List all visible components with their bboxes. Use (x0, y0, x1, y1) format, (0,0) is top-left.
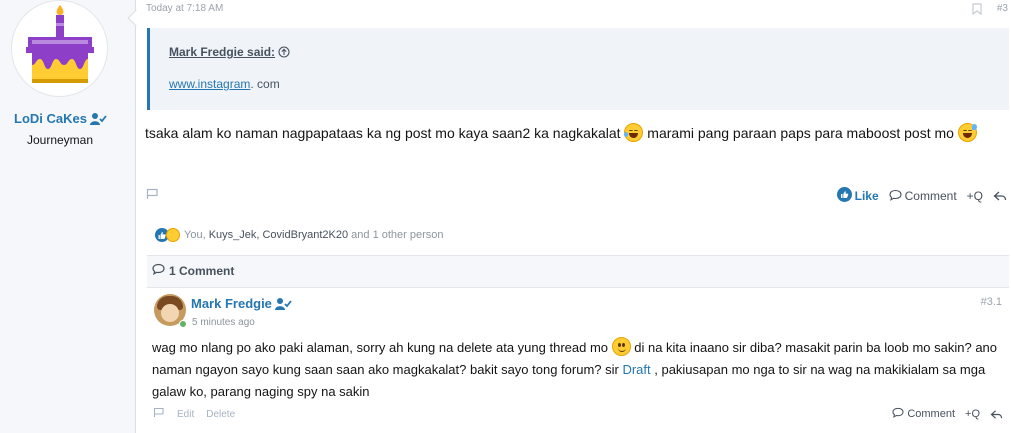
speech-bubble-icon (152, 263, 165, 278)
smile-emoji (611, 337, 631, 356)
sweat-smile-emoji (957, 123, 977, 142)
flag-icon[interactable] (153, 407, 165, 421)
comment-footer: Edit Delete (153, 407, 235, 421)
post-number[interactable]: #3 (997, 3, 1008, 14)
comment-reply-label[interactable]: Comment (907, 408, 955, 420)
speech-bubble-icon (892, 407, 904, 421)
bookmark-icon[interactable] (972, 2, 982, 20)
comment-button[interactable]: Comment (889, 189, 957, 204)
comment-author-text[interactable]: Mark Fredgie (191, 296, 272, 311)
post-timestamp[interactable]: Today at 7:18 AM (146, 3, 223, 14)
comment-time[interactable]: 5 minutes ago (192, 317, 255, 328)
comment-author[interactable]: Mark Fredgie (191, 296, 292, 313)
mention-link[interactable]: Draft (622, 362, 650, 377)
edit-link[interactable]: Edit (177, 409, 194, 420)
comment-text-1: wag mo nlang po ako paki alaman, sorry a… (152, 340, 612, 355)
post-body-part1: tsaka alam ko naman nagpapataas ka ng po… (145, 125, 621, 141)
comment-multiquote-button[interactable]: +Q (965, 408, 980, 420)
quote-text: www.instagram. com (169, 77, 280, 91)
comments-header[interactable]: 1 Comment (152, 263, 234, 278)
reaction-you: You, (184, 229, 209, 241)
reactions-summary[interactable]: You, Kuys_Jek, CovidBryant2K20 and 1 oth… (155, 228, 444, 242)
user-verified-icon (89, 113, 107, 128)
delete-link[interactable]: Delete (206, 409, 235, 420)
comments-count[interactable]: 1 Comment (169, 264, 234, 278)
comments-section: 1 Comment Mark Fredgie 5 minutes ago #3.… (147, 255, 1009, 433)
user-sidebar: LoDi CaKes Journeyman (0, 0, 136, 433)
thumbs-up-icon (836, 187, 852, 205)
online-indicator (179, 320, 187, 328)
quote-author[interactable]: Mark Fredgie said: (169, 45, 290, 61)
comment-body: wag mo nlang po ako paki alaman, sorry a… (152, 337, 997, 403)
user-title: Journeyman (26, 133, 94, 147)
quote-link[interactable]: www.instagram (169, 77, 250, 91)
post-actions: Like Comment +Q (836, 187, 1007, 205)
reaction-names[interactable]: You, Kuys_Jek, CovidBryant2K20 and 1 oth… (184, 229, 444, 241)
comment-reply-button[interactable]: Comment (892, 407, 955, 421)
haha-reaction-icon (166, 228, 180, 242)
comment-item: Mark Fredgie 5 minutes ago #3.1 wag mo n… (147, 287, 1009, 433)
like-label[interactable]: Like (855, 189, 879, 203)
like-button[interactable]: Like (836, 187, 879, 205)
post-content: Today at 7:18 AM #3 Mark Fredgie said: w… (137, 0, 1011, 433)
quote-text-after: . com (250, 77, 280, 91)
post-body-part2: marami pang paraan paps para maboost pos… (643, 125, 954, 141)
reply-icon[interactable] (990, 409, 1003, 420)
speech-bubble-icon (889, 189, 902, 204)
reply-icon[interactable] (993, 190, 1007, 202)
multiquote-button[interactable]: +Q (967, 189, 983, 203)
flag-icon[interactable] (146, 187, 159, 205)
quote-author-text[interactable]: Mark Fredgie said: (169, 45, 275, 59)
user-avatar[interactable] (11, 0, 108, 97)
username[interactable]: LoDi CaKes (14, 111, 107, 128)
reaction-users[interactable]: Kuys_Jek, CovidBryant2K20 (209, 229, 348, 241)
arrow-up-circle-icon[interactable] (278, 46, 290, 61)
birthday-cake-icon (26, 5, 94, 83)
username-text[interactable]: LoDi CaKes (14, 111, 87, 126)
laughing-emoji (624, 123, 644, 142)
user-verified-icon (274, 298, 292, 313)
comment-label[interactable]: Comment (905, 189, 957, 203)
post-body: tsaka alam ko naman nagpapataas ka ng po… (145, 121, 1003, 145)
comment-actions: Comment +Q (892, 407, 1003, 421)
reaction-rest[interactable]: and 1 other person (348, 229, 443, 241)
comment-number[interactable]: #3.1 (981, 296, 1002, 308)
quote-block: Mark Fredgie said: www.instagram. com (147, 28, 1009, 110)
